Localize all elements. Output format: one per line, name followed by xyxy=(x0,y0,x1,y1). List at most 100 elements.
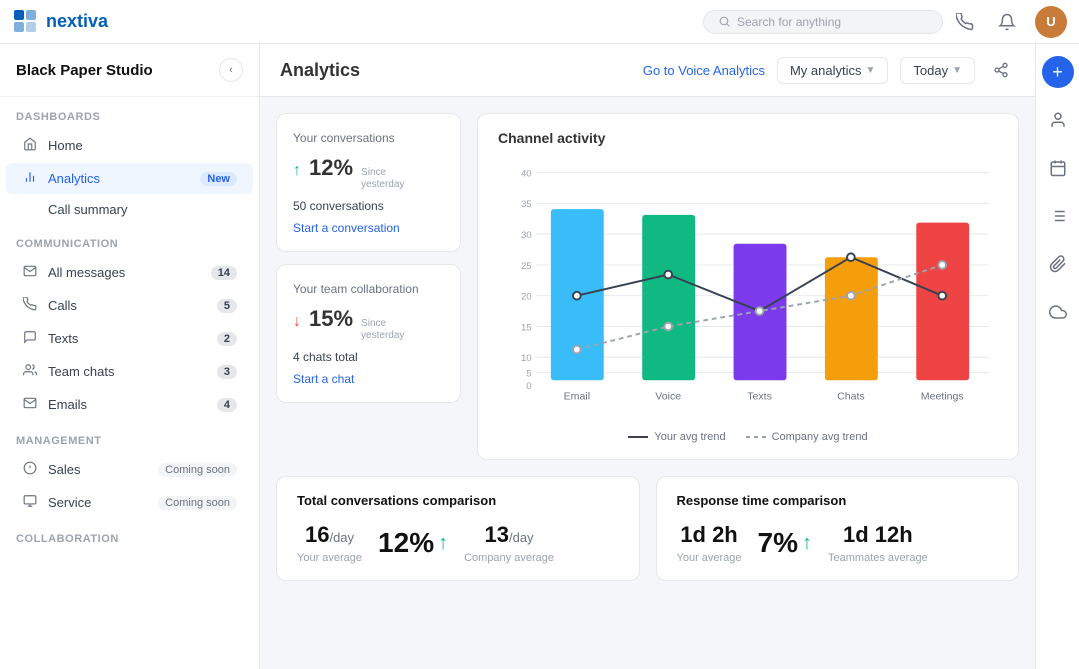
bottom-cards: Total conversations comparison 16/day Yo… xyxy=(260,476,1035,597)
analytics-label: Analytics xyxy=(48,171,190,186)
all-messages-label: All messages xyxy=(48,265,201,280)
contacts-icon-button[interactable] xyxy=(1042,104,1074,136)
main-layout: Black Paper Studio ‹ Dashboards Home Ana… xyxy=(0,44,1079,669)
svg-text:Texts: Texts xyxy=(747,391,772,403)
conversations-since: Sinceyesterday xyxy=(361,167,404,191)
share-button[interactable] xyxy=(987,56,1015,84)
sidebar-item-call-summary[interactable]: Call summary xyxy=(6,196,253,223)
emails-badge: 4 xyxy=(217,398,237,412)
svg-text:Voice: Voice xyxy=(655,391,681,403)
your-trend-legend: Your avg trend xyxy=(628,431,725,443)
voice-analytics-link[interactable]: Go to Voice Analytics xyxy=(643,63,765,78)
start-chat-link[interactable]: Start a chat xyxy=(293,372,444,386)
collaboration-card-title: Your team collaboration xyxy=(293,281,444,298)
collaboration-count: 4 chats total xyxy=(293,350,444,364)
start-conversation-link[interactable]: Start a conversation xyxy=(293,221,444,235)
section-communication: Communication xyxy=(0,224,259,256)
conversations-card: Your conversations ↑ 12% Sinceyesterday … xyxy=(276,113,461,252)
analytics-header: Analytics Go to Voice Analytics My analy… xyxy=(260,44,1035,97)
response-teammates-label: Teammates average xyxy=(828,552,928,564)
conversations-metric: ↑ 12% Sinceyesterday xyxy=(293,155,444,191)
cloud-icon-button[interactable] xyxy=(1042,296,1074,328)
sidebar-item-team-chats[interactable]: Team chats 3 xyxy=(6,356,253,387)
total-company-avg-group: 13/day Company average xyxy=(464,522,554,564)
sidebar-item-emails[interactable]: Emails 4 xyxy=(6,389,253,420)
response-percent: 7% xyxy=(758,527,798,559)
response-time-title: Response time comparison xyxy=(677,493,999,508)
page-title: Analytics xyxy=(280,60,631,81)
cards-area: Your conversations ↑ 12% Sinceyesterday … xyxy=(260,97,1035,476)
top-nav: nextiva Search for anything U xyxy=(0,0,1079,44)
left-sidebar: Black Paper Studio ‹ Dashboards Home Ana… xyxy=(0,44,260,669)
team-chats-label: Team chats xyxy=(48,364,207,379)
attachments-icon-button[interactable] xyxy=(1042,248,1074,280)
svg-text:20: 20 xyxy=(521,292,532,303)
analytics-icon xyxy=(22,170,38,187)
total-company-avg-val: 13/day xyxy=(464,522,554,548)
sidebar-item-calls[interactable]: Calls 5 xyxy=(6,290,253,321)
left-cards: Your conversations ↑ 12% Sinceyesterday … xyxy=(276,113,461,460)
calls-badge: 5 xyxy=(217,299,237,313)
up-arrow-icon: ↑ xyxy=(293,162,301,180)
response-time-metrics: 1d 2h Your average 7% ↑ 1d 12h Teammates… xyxy=(677,522,999,564)
my-analytics-button[interactable]: My analytics ▼ xyxy=(777,57,888,84)
add-button[interactable]: + xyxy=(1042,56,1074,88)
calls-label: Calls xyxy=(48,298,207,313)
svg-text:10: 10 xyxy=(521,353,532,364)
svg-text:Chats: Chats xyxy=(837,391,865,403)
today-button[interactable]: Today ▼ xyxy=(900,57,975,84)
svg-text:30: 30 xyxy=(521,230,532,241)
service-badge: Coming soon xyxy=(158,496,237,510)
your-trend-label: Your avg trend xyxy=(654,431,725,443)
conversations-count: 50 conversations xyxy=(293,199,444,213)
section-dashboards: Dashboards xyxy=(0,97,259,129)
sales-label: Sales xyxy=(48,462,148,477)
texts-label: Texts xyxy=(48,331,207,346)
svg-text:0: 0 xyxy=(526,381,531,392)
total-your-avg-val: 16/day xyxy=(297,522,362,548)
all-messages-badge: 14 xyxy=(211,266,237,280)
collapse-sidebar-button[interactable]: ‹ xyxy=(219,58,243,82)
texts-badge: 2 xyxy=(217,332,237,346)
total-conversations-title: Total conversations comparison xyxy=(297,493,619,508)
total-company-avg-label: Company average xyxy=(464,552,554,564)
chart-title: Channel activity xyxy=(498,130,998,146)
sales-badge: Coming soon xyxy=(158,463,237,477)
response-percent-group: 7% ↑ xyxy=(758,527,812,559)
conversations-percent: 12% xyxy=(309,155,353,181)
search-placeholder: Search for anything xyxy=(737,15,841,29)
sidebar-item-sales[interactable]: Sales Coming soon xyxy=(6,454,253,485)
search-bar[interactable]: Search for anything xyxy=(703,10,943,34)
company-trend-line xyxy=(746,436,766,438)
total-conversations-card: Total conversations comparison 16/day Yo… xyxy=(276,476,640,581)
total-percent: 12% xyxy=(378,527,434,559)
phone-button[interactable] xyxy=(951,8,979,36)
emails-label: Emails xyxy=(48,397,207,412)
logo-area: nextiva xyxy=(12,8,108,36)
calendar-icon-button[interactable] xyxy=(1042,152,1074,184)
nextiva-wordmark: nextiva xyxy=(46,11,108,32)
svg-text:5: 5 xyxy=(526,368,531,379)
sidebar-item-service[interactable]: Service Coming soon xyxy=(6,487,253,518)
sidebar-item-all-messages[interactable]: All messages 14 xyxy=(6,257,253,288)
response-teammates-group: 1d 12h Teammates average xyxy=(828,522,928,564)
chevron-down-icon: ▼ xyxy=(865,65,875,76)
tasks-icon-button[interactable] xyxy=(1042,200,1074,232)
response-your-avg-label: Your average xyxy=(677,552,742,564)
sidebar-item-texts[interactable]: Texts 2 xyxy=(6,323,253,354)
search-icon xyxy=(718,15,731,28)
sidebar-item-analytics[interactable]: Analytics New xyxy=(6,163,253,194)
svg-text:40: 40 xyxy=(521,168,532,179)
all-messages-icon xyxy=(22,264,38,281)
home-icon xyxy=(22,137,38,154)
sidebar-item-home[interactable]: Home xyxy=(6,130,253,161)
analytics-new-badge: New xyxy=(200,172,237,186)
section-management: Management xyxy=(0,421,259,453)
team-chats-icon xyxy=(22,363,38,380)
top-nav-icons: U xyxy=(951,6,1067,38)
response-up-arrow: ↑ xyxy=(802,532,812,555)
bell-button[interactable] xyxy=(993,8,1021,36)
workspace-name: Black Paper Studio xyxy=(16,62,153,79)
user-avatar[interactable]: U xyxy=(1035,6,1067,38)
response-teammates-val: 1d 12h xyxy=(828,522,928,548)
